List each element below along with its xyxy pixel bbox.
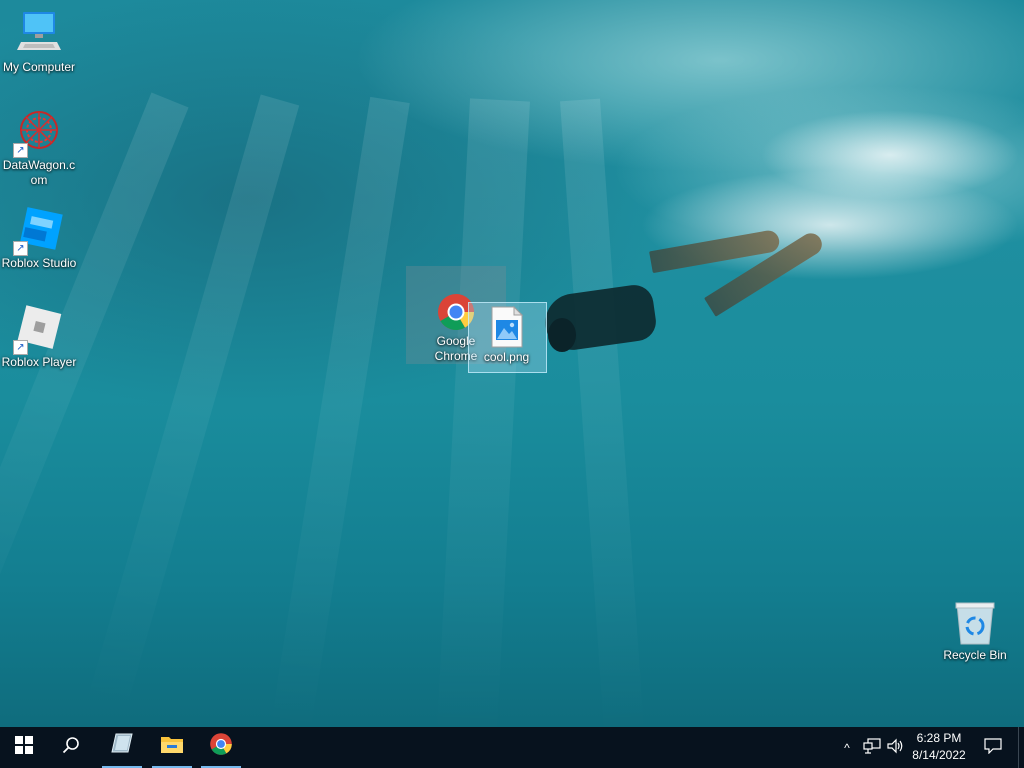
light-ray <box>270 96 410 727</box>
desktop[interactable]: My Computer ↗ DataWagon.c om ↗ Roblox St… <box>0 0 1024 727</box>
roblox-studio-icon: ↗ <box>13 206 63 256</box>
desktop-icon-roblox-studio[interactable]: ↗ Roblox Studio <box>0 206 78 271</box>
clock-time: 6:28 PM <box>916 731 962 745</box>
search-button[interactable] <box>48 727 94 768</box>
computer-icon <box>15 10 63 58</box>
roblox-player-icon: ↗ <box>13 305 63 355</box>
taskbar-file-explorer-button[interactable] <box>152 727 192 768</box>
datawagon-icon: ↗ <box>13 108 63 158</box>
diver-head <box>548 318 576 352</box>
desktop-icon-label: My Computer <box>2 60 76 74</box>
desktop-icon-my-computer[interactable]: My Computer <box>0 10 78 75</box>
shortcut-arrow-icon: ↗ <box>13 143 28 158</box>
taskbar-chrome-button[interactable] <box>201 727 241 768</box>
notification-icon <box>984 738 1002 757</box>
taskbar: ^ 6:28 PM 8/14/2022 <box>0 727 1024 768</box>
action-center-button[interactable] <box>978 727 1008 768</box>
desktop-icon-label: Recycle Bin <box>943 648 1007 662</box>
desktop-icon-label: cool.png <box>483 350 530 364</box>
desktop-icon-datawagon[interactable]: ↗ DataWagon.c om <box>0 108 78 188</box>
desktop-icon-label: Roblox Studio <box>1 256 77 270</box>
desktop-icon-cool-png[interactable]: cool.png <box>468 305 545 365</box>
desktop-icon-roblox-player[interactable]: ↗ Roblox Player <box>0 305 78 370</box>
windows-start-icon <box>15 736 33 759</box>
app-icon <box>110 733 134 760</box>
start-button[interactable] <box>0 727 48 768</box>
clock-date: 8/14/2022 <box>912 748 966 762</box>
light-ray <box>436 98 530 727</box>
search-icon <box>62 736 80 759</box>
file-explorer-icon <box>160 734 184 759</box>
network-button[interactable] <box>860 727 884 768</box>
desktop-icon-recycle-bin[interactable]: Recycle Bin <box>936 602 1014 663</box>
shortcut-arrow-icon: ↗ <box>13 241 28 256</box>
taskbar-app-button[interactable] <box>102 727 142 768</box>
chrome-icon <box>209 732 233 761</box>
recycle-bin-icon <box>951 602 999 646</box>
chevron-up-icon: ^ <box>844 740 850 755</box>
light-ray <box>560 98 645 727</box>
volume-button[interactable] <box>884 727 908 768</box>
desktop-icon-label: DataWagon.c om <box>2 158 76 187</box>
desktop-icon-label: Roblox Player <box>1 355 77 369</box>
system-clock[interactable]: 6:28 PM 8/14/2022 <box>906 730 972 764</box>
network-icon <box>863 738 881 757</box>
image-file-icon <box>490 305 524 348</box>
shortcut-arrow-icon: ↗ <box>13 340 28 355</box>
water-foam <box>760 110 1020 200</box>
volume-icon <box>887 738 905 757</box>
show-desktop-button[interactable] <box>1018 727 1024 768</box>
show-hidden-icons-button[interactable]: ^ <box>836 727 858 768</box>
